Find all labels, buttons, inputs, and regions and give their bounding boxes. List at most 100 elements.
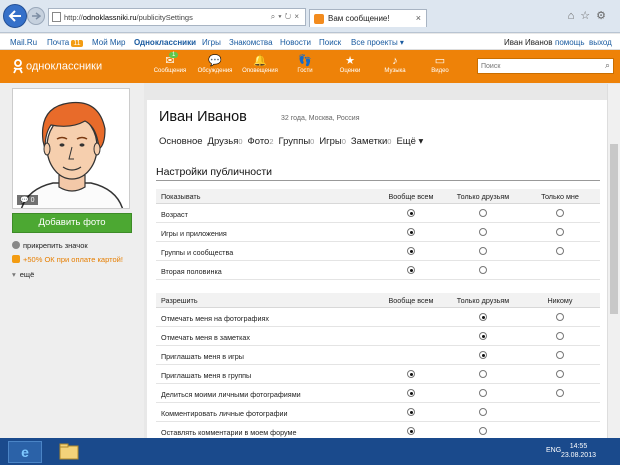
link-pochta[interactable]: Почта 11 <box>47 38 83 47</box>
ok-logo[interactable]: одноклассники <box>12 59 102 74</box>
more-link[interactable]: ▾ ещё <box>12 270 34 279</box>
radio-button[interactable] <box>556 332 564 340</box>
favorites-icon[interactable]: ☆ <box>580 10 596 22</box>
close-icon[interactable]: × <box>294 12 302 21</box>
search-input[interactable] <box>478 59 598 73</box>
back-button[interactable] <box>3 4 27 28</box>
radio-button[interactable] <box>556 313 564 321</box>
radio-button[interactable] <box>556 209 564 217</box>
radio-button[interactable] <box>407 408 415 416</box>
column-header: Только мне <box>541 192 579 201</box>
scroll-thumb[interactable] <box>610 144 618 314</box>
forward-button[interactable] <box>27 7 45 25</box>
star-icon: ★ <box>345 55 355 67</box>
tab-6[interactable]: Ещё ▾ <box>396 136 423 147</box>
link-mailru[interactable]: Mail.Ru <box>10 38 37 47</box>
radio-button[interactable] <box>556 247 564 255</box>
allow-table: Разрешить Вообще всем Только друзьям Никому… <box>156 293 600 441</box>
language-indicator[interactable]: ENG <box>546 447 561 454</box>
nav-item-2[interactable]: 🔔 Оповещения <box>237 54 283 74</box>
tab-5[interactable]: Заметки0 <box>351 136 392 147</box>
nav-item-4[interactable]: ★ Оценки <box>327 54 373 74</box>
tab-title: Вам сообщение! <box>328 14 390 23</box>
nav-item-3[interactable]: 👣 Гости <box>282 54 328 74</box>
refresh-icon[interactable]: ↻ <box>285 12 295 21</box>
nav-item-6[interactable]: ▭ Видео <box>417 54 463 74</box>
vertical-scrollbar[interactable] <box>607 84 620 438</box>
avatar[interactable]: 💬 0 <box>12 88 130 209</box>
clock[interactable]: 14:55 23.08.2013 <box>561 442 596 460</box>
add-photo-button[interactable]: Добавить фото <box>12 213 132 233</box>
radio-button[interactable] <box>479 247 487 255</box>
radio-button[interactable] <box>479 370 487 378</box>
radio-button[interactable] <box>479 266 487 274</box>
gear-icon[interactable]: ⚙ <box>596 10 612 22</box>
radio-button[interactable] <box>556 370 564 378</box>
pin-badge-link[interactable]: прикрепить значок <box>12 241 88 250</box>
profile-tabs: Основное Друзья0 Фото2 Группы0 Игры0 Заметки0… <box>159 136 428 147</box>
radio-button[interactable] <box>407 389 415 397</box>
radio-button[interactable] <box>479 228 487 236</box>
radio-button[interactable] <box>479 332 487 340</box>
search-icon[interactable]: ⌕ <box>605 60 610 71</box>
page-icon <box>52 12 61 22</box>
comment-icon: 💬 <box>20 197 31 204</box>
table-row: Комментировать личные фотографии <box>156 403 600 422</box>
ok-search: ⌕ <box>477 58 614 74</box>
link-igry[interactable]: Игры <box>202 38 221 47</box>
radio-button[interactable] <box>479 209 487 217</box>
link-moy-mir[interactable]: Мой Мир <box>92 38 125 47</box>
radio-button[interactable] <box>407 266 415 274</box>
tab-close-icon[interactable]: × <box>416 13 421 23</box>
link-help[interactable]: помощь <box>555 38 584 47</box>
column-header: Вообще всем <box>388 296 434 305</box>
tab-4[interactable]: Игры0 <box>319 136 346 147</box>
photo-comments-count[interactable]: 💬 0 <box>17 195 38 205</box>
divider <box>156 180 600 181</box>
radio-button[interactable] <box>556 389 564 397</box>
table-row: Игры и приложения <box>156 223 600 242</box>
address-bar[interactable]: http://odnoklassniki.ru/publicitySetting… <box>48 8 306 26</box>
nav-item-1[interactable]: 💬 Обсуждения <box>192 54 238 74</box>
browser-tab[interactable]: Вам сообщение! × <box>309 9 427 27</box>
home-icon[interactable]: ⌂ <box>568 10 581 22</box>
radio-button[interactable] <box>479 351 487 359</box>
profile-name[interactable]: Иван Иванов <box>159 109 247 125</box>
row-label: Отмечать меня в заметках <box>161 333 250 342</box>
radio-button[interactable] <box>407 209 415 217</box>
ie-taskbar-icon[interactable]: e <box>8 441 42 463</box>
link-poisk[interactable]: Поиск <box>319 38 341 47</box>
nav-item-label: Оценки <box>339 68 361 74</box>
ok-logo-icon <box>13 59 23 74</box>
more-label: ещё <box>19 270 35 279</box>
radio-button[interactable] <box>556 228 564 236</box>
radio-button[interactable] <box>479 313 487 321</box>
tab-3[interactable]: Группы0 <box>279 136 315 147</box>
footprints-icon: 👣 <box>298 55 312 67</box>
link-novosti[interactable]: Новости <box>280 38 311 47</box>
radio-button[interactable] <box>407 370 415 378</box>
promo-link[interactable]: +50% ОК при оплате картой! <box>12 255 123 264</box>
link-znakomstva[interactable]: Знакомства <box>229 38 273 47</box>
nav-item-0[interactable]: ✉ Сообщения 1 <box>147 52 193 74</box>
radio-button[interactable] <box>407 427 415 435</box>
tab-count: 0 <box>341 137 346 146</box>
table-row: Вторая половинка <box>156 261 600 280</box>
column-header: Вообще всем <box>388 192 434 201</box>
radio-button[interactable] <box>479 408 487 416</box>
nav-item-5[interactable]: ♪ Музыка <box>372 54 418 74</box>
user-name-link[interactable]: Иван Иванов <box>504 38 552 47</box>
radio-button[interactable] <box>479 427 487 435</box>
explorer-taskbar-icon[interactable] <box>52 441 86 463</box>
tab-0[interactable]: Основное <box>159 136 203 147</box>
link-exit[interactable]: выход <box>589 38 612 47</box>
link-ok[interactable]: Одноклассники <box>134 38 196 47</box>
tab-1[interactable]: Друзья0 <box>208 136 243 147</box>
radio-button[interactable] <box>407 247 415 255</box>
radio-button[interactable] <box>407 228 415 236</box>
tab-2[interactable]: Фото2 <box>248 136 274 147</box>
radio-button[interactable] <box>556 351 564 359</box>
radio-button[interactable] <box>479 389 487 397</box>
table-row: Делиться моими личными фотографиями <box>156 384 600 403</box>
link-all-projects[interactable]: Все проекты ▾ <box>351 38 404 47</box>
